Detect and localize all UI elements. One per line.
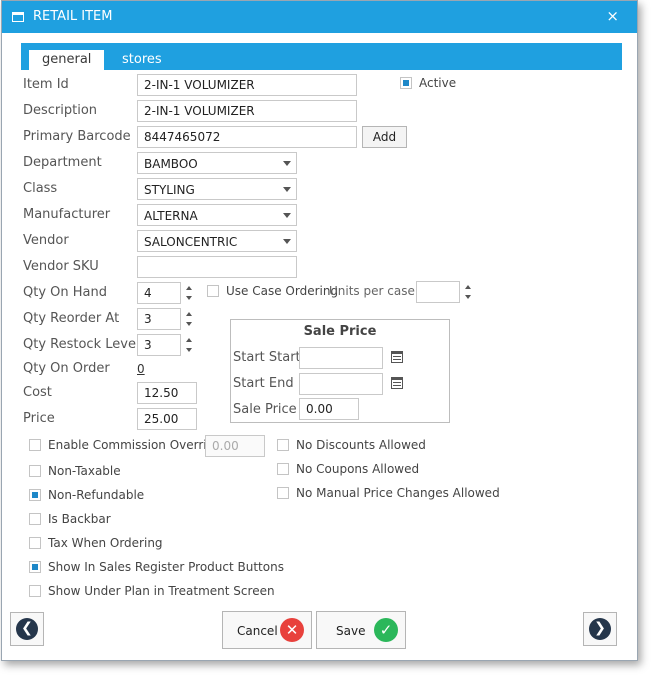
- no-coupons-allowed-label: No Coupons Allowed: [296, 462, 420, 476]
- vendor-select[interactable]: SALONCENTRIC: [137, 230, 297, 252]
- sale-price-group: Sale Price Start Start Start End Sale Pr…: [230, 319, 450, 423]
- non-taxable-checkbox[interactable]: [29, 465, 41, 477]
- sale-price-title: Sale Price: [303, 324, 377, 339]
- sale-price-input[interactable]: [299, 398, 359, 420]
- description-label: Description: [23, 103, 98, 118]
- start-start-input[interactable]: [299, 347, 383, 369]
- vendor-sku-label: Vendor SKU: [23, 259, 99, 274]
- cancel-label: Cancel: [237, 624, 278, 638]
- show-in-sales-register-label: Show In Sales Register Product Buttons: [48, 560, 284, 574]
- tab-stores[interactable]: stores: [109, 50, 175, 70]
- non-refundable-label: Non-Refundable: [48, 488, 145, 502]
- save-button[interactable]: Save ✓: [316, 611, 406, 649]
- window-icon: [12, 12, 24, 22]
- qty-reorder-at-label: Qty Reorder At: [23, 311, 120, 326]
- class-value: STYLING: [144, 183, 195, 197]
- sale-price-label: Sale Price: [233, 402, 297, 417]
- show-in-sales-register-checkbox[interactable]: [29, 561, 41, 573]
- chevron-left-icon: ❮: [16, 618, 38, 640]
- chevron-down-icon: [283, 187, 291, 192]
- commission-override-input[interactable]: [205, 435, 265, 457]
- calendar-icon[interactable]: [391, 351, 403, 363]
- cost-label: Cost: [23, 385, 52, 400]
- class-label: Class: [23, 181, 58, 196]
- non-refundable-checkbox[interactable]: [29, 489, 41, 501]
- non-taxable-label: Non-Taxable: [48, 464, 121, 478]
- chevron-right-icon: ❯: [589, 618, 611, 640]
- units-per-case-spinner[interactable]: [463, 281, 473, 303]
- start-end-label: Start End: [233, 376, 294, 391]
- tax-when-ordering-label: Tax When Ordering: [48, 536, 163, 550]
- window-title: RETAIL ITEM: [33, 9, 113, 24]
- tab-bar: general stores: [21, 43, 622, 70]
- next-button[interactable]: ❯: [583, 612, 617, 646]
- is-backbar-checkbox[interactable]: [29, 513, 41, 525]
- qty-on-hand-spinner[interactable]: [184, 282, 194, 304]
- qty-reorder-at-spinner[interactable]: [184, 308, 194, 330]
- no-discounts-allowed-checkbox[interactable]: [277, 439, 289, 451]
- department-select[interactable]: BAMBOO: [137, 152, 297, 174]
- add-barcode-button[interactable]: Add: [362, 126, 407, 148]
- qty-on-hand-label: Qty On Hand: [23, 285, 107, 300]
- start-start-label: Start Start: [233, 350, 301, 365]
- previous-button[interactable]: ❮: [10, 612, 44, 646]
- tax-when-ordering-checkbox[interactable]: [29, 537, 41, 549]
- qty-restock-level-label: Qty Restock Level: [23, 337, 140, 352]
- check-icon: ✓: [374, 618, 398, 642]
- no-manual-price-changes-label: No Manual Price Changes Allowed: [296, 486, 500, 500]
- chevron-down-icon: [283, 239, 291, 244]
- manufacturer-value: ALTERNA: [144, 209, 198, 223]
- qty-reorder-at-input[interactable]: [137, 308, 181, 330]
- price-input[interactable]: [137, 408, 197, 430]
- qty-restock-level-spinner[interactable]: [184, 334, 194, 356]
- close-icon[interactable]: ×: [606, 7, 619, 25]
- primary-barcode-label: Primary Barcode: [23, 129, 131, 144]
- use-case-ordering-label: Use Case Ordering: [226, 284, 339, 298]
- save-label: Save: [336, 624, 366, 638]
- cancel-button[interactable]: Cancel ✕: [222, 611, 312, 649]
- department-value: BAMBOO: [144, 157, 198, 171]
- units-per-case-label: Units per case: [329, 284, 415, 298]
- department-label: Department: [23, 155, 102, 170]
- class-select[interactable]: STYLING: [137, 178, 297, 200]
- item-id-input[interactable]: [137, 74, 357, 96]
- manufacturer-label: Manufacturer: [23, 207, 111, 222]
- vendor-sku-input[interactable]: [137, 256, 297, 278]
- show-under-plan-checkbox[interactable]: [29, 585, 41, 597]
- item-id-label: Item Id: [23, 77, 69, 92]
- no-manual-price-changes-checkbox[interactable]: [277, 487, 289, 499]
- enable-commission-override-checkbox[interactable]: [29, 439, 41, 451]
- qty-on-hand-input[interactable]: [137, 282, 181, 304]
- vendor-label: Vendor: [23, 233, 69, 248]
- show-under-plan-label: Show Under Plan in Treatment Screen: [48, 584, 275, 598]
- close-icon: ✕: [280, 618, 304, 642]
- qty-on-order-link[interactable]: 0: [137, 362, 145, 376]
- use-case-ordering-checkbox[interactable]: [207, 285, 219, 297]
- chevron-down-icon: [283, 213, 291, 218]
- qty-restock-level-input[interactable]: [137, 334, 181, 356]
- cost-input[interactable]: [137, 382, 197, 404]
- tab-general[interactable]: general: [29, 50, 105, 70]
- is-backbar-label: Is Backbar: [48, 512, 111, 526]
- active-checkbox[interactable]: [400, 77, 412, 89]
- no-discounts-allowed-label: No Discounts Allowed: [296, 438, 426, 452]
- price-label: Price: [23, 411, 55, 426]
- active-label: Active: [419, 76, 457, 90]
- chevron-down-icon: [283, 161, 291, 166]
- description-input[interactable]: [137, 100, 357, 122]
- no-coupons-allowed-checkbox[interactable]: [277, 463, 289, 475]
- retail-item-window: RETAIL ITEM × general stores Item Id Act…: [1, 0, 638, 661]
- primary-barcode-input[interactable]: [137, 126, 357, 148]
- enable-commission-override-label: Enable Commission Override: [48, 438, 222, 452]
- title-bar: RETAIL ITEM ×: [2, 1, 637, 33]
- vendor-value: SALONCENTRIC: [144, 235, 238, 249]
- units-per-case-input[interactable]: [416, 281, 460, 303]
- qty-on-order-label: Qty On Order: [23, 361, 110, 376]
- calendar-icon[interactable]: [391, 377, 403, 389]
- start-end-input[interactable]: [299, 373, 383, 395]
- manufacturer-select[interactable]: ALTERNA: [137, 204, 297, 226]
